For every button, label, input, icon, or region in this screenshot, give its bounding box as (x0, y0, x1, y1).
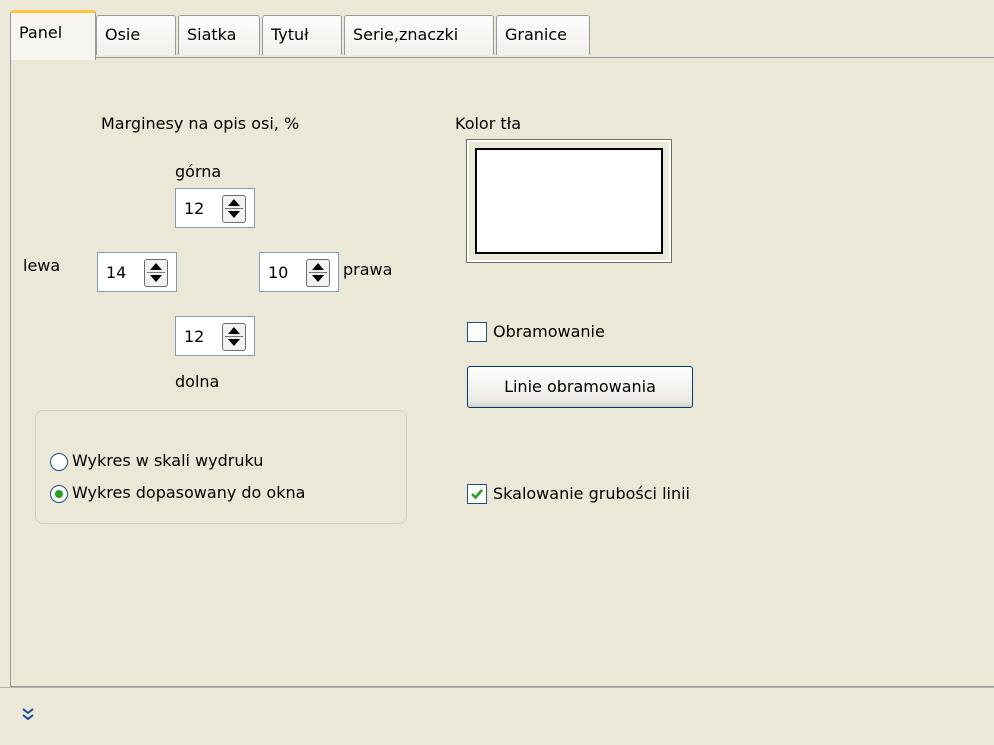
tab-serie-znaczki[interactable]: Serie,znaczki (344, 15, 494, 55)
margin-top-label: górna (175, 162, 222, 181)
margin-left-label: lewa (23, 256, 61, 275)
margin-bottom-value: 12 (184, 327, 205, 346)
radio-print-scale-label[interactable]: Wykres w skali wydruku (72, 451, 263, 470)
radio-print-scale[interactable] (50, 453, 68, 471)
background-color-swatch-button[interactable] (466, 139, 672, 263)
arrow-up-icon[interactable] (150, 263, 162, 270)
tab-strip: Panel Osie Siatka Tytuł Serie,znaczki Gr… (0, 0, 994, 60)
tab-granice[interactable]: Granice (496, 15, 590, 55)
arrow-down-icon[interactable] (150, 275, 162, 282)
spin-buttons[interactable] (222, 195, 246, 223)
arrow-up-icon[interactable] (312, 263, 324, 270)
margin-left-spinner[interactable]: 14 (97, 252, 177, 292)
divider (225, 208, 243, 209)
margins-title: Marginesy na opis osi, % (101, 114, 300, 133)
radio-selected-dot (55, 490, 63, 498)
margin-top-spinner[interactable]: 12 (175, 188, 255, 228)
tab-siatka[interactable]: Siatka (178, 15, 260, 55)
margin-right-spinner[interactable]: 10 (259, 252, 339, 292)
radio-fit-window[interactable] (50, 485, 68, 503)
spin-buttons[interactable] (144, 259, 168, 287)
radio-fit-window-label[interactable]: Wykres dopasowany do okna (72, 483, 305, 502)
tab-label: Siatka (187, 25, 237, 44)
border-lines-button[interactable]: Linie obramowania (467, 366, 693, 408)
divider (309, 272, 327, 273)
margin-top-value: 12 (184, 199, 205, 218)
line-scaling-checkbox[interactable] (467, 484, 487, 504)
margin-right-value: 10 (268, 263, 289, 282)
margin-right-label: prawa (343, 260, 393, 279)
arrow-down-icon[interactable] (228, 339, 240, 346)
margin-left-value: 14 (106, 263, 127, 282)
border-checkbox[interactable] (467, 322, 487, 342)
tab-label: Tytuł (271, 25, 309, 44)
margin-bottom-spinner[interactable]: 12 (175, 316, 255, 356)
divider (147, 272, 165, 273)
divider (225, 336, 243, 337)
tab-label: Panel (19, 23, 63, 42)
arrow-down-icon[interactable] (312, 275, 324, 282)
line-scaling-label[interactable]: Skalowanie grubości linii (493, 484, 690, 503)
arrow-up-icon[interactable] (228, 327, 240, 334)
arrow-up-icon[interactable] (228, 199, 240, 206)
border-checkbox-label[interactable]: Obramowanie (493, 322, 605, 341)
margin-bottom-label: dolna (175, 372, 220, 391)
tab-osie[interactable]: Osie (96, 15, 176, 55)
panel-page: Marginesy na opis osi, % górna 12 lewa 1… (10, 57, 994, 687)
spin-buttons[interactable] (222, 323, 246, 351)
checkmark-icon (471, 489, 483, 500)
arrow-down-icon[interactable] (228, 211, 240, 218)
spin-buttons[interactable] (306, 259, 330, 287)
tab-label: Serie,znaczki (353, 25, 459, 44)
border-lines-button-label: Linie obramowania (504, 377, 656, 396)
footer-bar (0, 687, 994, 745)
background-color-label: Kolor tła (455, 114, 522, 133)
tab-label: Granice (505, 25, 568, 44)
double-chevron-down-icon[interactable] (20, 706, 36, 722)
tab-panel[interactable]: Panel (10, 10, 96, 60)
tab-label: Osie (105, 25, 141, 44)
color-swatch (475, 148, 663, 254)
scale-mode-group: Wykres w skali wydruku Wykres dopasowany… (35, 410, 407, 524)
tab-tytul[interactable]: Tytuł (262, 15, 342, 55)
